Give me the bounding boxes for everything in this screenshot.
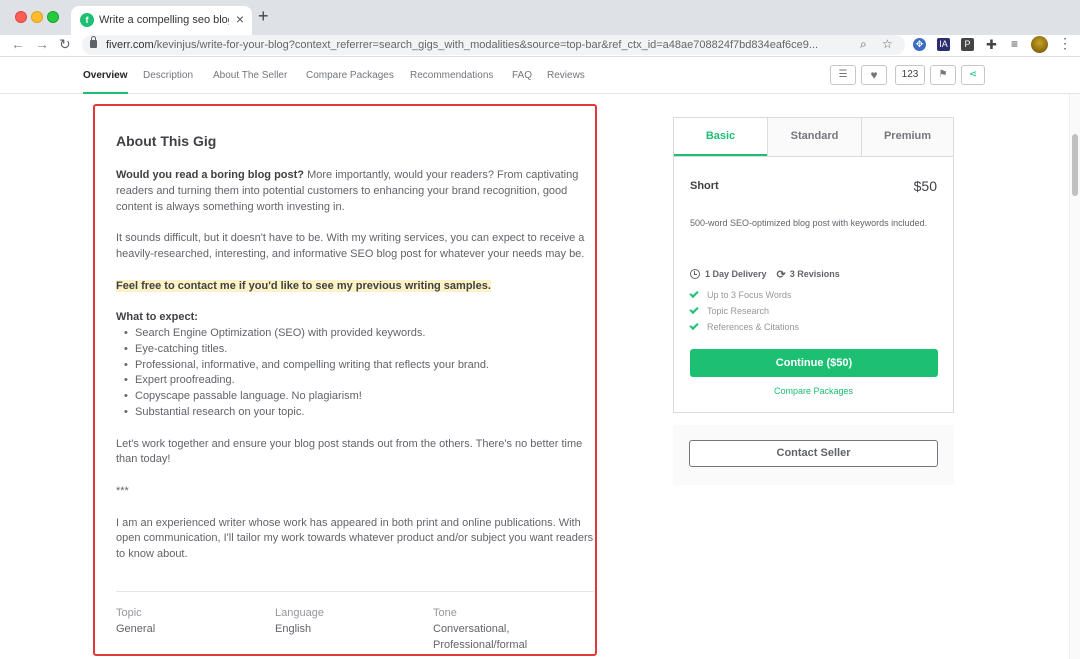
feature-item: References & Citations [689, 320, 799, 332]
extension-p-icon[interactable]: P [961, 38, 974, 51]
package-description: 500-word SEO-optimized blog post with ke… [690, 218, 928, 228]
tab-close-icon[interactable]: × [236, 11, 244, 27]
expect-list: Search Engine Optimization (SEO) with pr… [116, 326, 595, 421]
compare-packages-link[interactable]: Compare Packages [674, 386, 953, 396]
contact-seller-panel: Contact Seller [673, 425, 954, 485]
browser-tab[interactable]: f Write a compelling seo blog post × [71, 6, 252, 35]
zoom-search-icon[interactable]: ⌕ [860, 37, 867, 52]
extensions-puzzle-icon[interactable]: ✚ [985, 38, 998, 51]
package-tabs: Basic Standard Premium [674, 118, 953, 157]
reload-icon[interactable]: ↻ [59, 36, 71, 53]
check-icon [689, 304, 699, 315]
profile-avatar[interactable] [1031, 36, 1048, 53]
page-scrollbar[interactable] [1069, 94, 1080, 659]
tab-basic[interactable]: Basic [674, 118, 767, 156]
list-item: Expert proofreading. [124, 373, 595, 389]
revisions-count: 3 Revisions [789, 269, 840, 279]
tab-standard[interactable]: Standard [767, 118, 861, 156]
extension-globe-icon[interactable]: ✥ [913, 38, 926, 51]
bookmark-star-icon[interactable]: ☆ [882, 37, 893, 51]
maximize-window-button[interactable] [47, 11, 59, 23]
contact-seller-button[interactable]: Contact Seller [689, 440, 938, 467]
description-paragraph: I am an experienced writer whose work ha… [116, 516, 594, 561]
lock-icon [90, 36, 97, 48]
description-highlight: Feel free to contact me if you'd like to… [116, 279, 595, 295]
check-icon [689, 288, 699, 299]
check-icon [689, 320, 699, 331]
close-window-button[interactable] [15, 11, 27, 23]
tab-title: Write a compelling seo blog post [99, 14, 229, 26]
package-name: Short [690, 180, 719, 192]
list-item: Copyscape passable language. No plagiari… [124, 389, 595, 405]
nav-reviews[interactable]: Reviews [547, 70, 585, 81]
reading-list-icon[interactable]: ≡ [1008, 38, 1021, 51]
meta-language: Language English [275, 607, 324, 635]
back-arrow-icon[interactable]: ← [11, 36, 25, 52]
description-paragraph: It sounds difficult, but it doesn't have… [116, 232, 585, 260]
fiverr-favicon-icon: f [80, 13, 94, 27]
favorite-heart-button[interactable]: ♥ [861, 65, 887, 85]
meta-divider [116, 591, 594, 592]
share-button[interactable]: ⋖ [961, 65, 985, 85]
nav-compare-packages[interactable]: Compare Packages [306, 70, 394, 81]
list-item: Search Engine Optimization (SEO) with pr… [124, 326, 595, 342]
feature-item: Topic Research [689, 304, 769, 316]
scrollbar-thumb[interactable] [1072, 134, 1078, 196]
description-hook: Would you read a boring blog post? [116, 169, 305, 181]
list-item: Substantial research on your topic. [124, 405, 595, 421]
browser-toolbar: ← → ↻ fiverr.com/kevinjus/write-for-your… [0, 35, 1080, 57]
continue-button[interactable]: Continue ($50) [690, 349, 938, 377]
browser-menu-icon[interactable]: ⋮ [1058, 35, 1072, 52]
delivery-time: 1 Day Delivery [705, 269, 767, 279]
url-text: fiverr.com/kevinjus/write-for-your-blog?… [106, 39, 819, 51]
tab-premium[interactable]: Premium [861, 118, 953, 156]
description-separator: *** [116, 484, 129, 497]
collections-list-button[interactable]: ☰ [830, 65, 856, 85]
description-body: Would you read a boring blog post? More … [116, 168, 595, 579]
extension-ia-icon[interactable]: IA [937, 38, 950, 51]
list-item: Eye-catching titles. [124, 342, 595, 358]
nav-faq[interactable]: FAQ [512, 70, 532, 81]
feature-item: Up to 3 Focus Words [689, 288, 791, 300]
description-paragraph: Let's work together and ensure your blog… [116, 437, 583, 466]
package-price: $50 [913, 178, 937, 194]
nav-overview[interactable]: Overview [83, 70, 127, 81]
address-bar[interactable]: fiverr.com/kevinjus/write-for-your-blog?… [82, 35, 905, 55]
minimize-window-button[interactable] [31, 11, 43, 23]
nav-about-seller[interactable]: About The Seller [213, 70, 287, 81]
forward-arrow-icon[interactable]: → [35, 36, 49, 52]
gig-description-panel: About This Gig Would you read a boring b… [93, 104, 597, 656]
expect-heading: What to expect: [116, 311, 198, 324]
delivery-info: 1 Day Delivery ⟳ 3 Revisions [690, 268, 840, 281]
gig-section-nav: Overview Description About The Seller Co… [0, 57, 1080, 94]
meta-topic: Topic General [116, 607, 156, 635]
browser-titlebar: f Write a compelling seo blog post × + [0, 0, 1080, 35]
description-title: About This Gig [116, 133, 217, 149]
package-card: Basic Standard Premium Short $50 500-wor… [673, 117, 954, 413]
nav-description[interactable]: Description [143, 70, 193, 81]
clock-icon [690, 269, 700, 279]
meta-tone: Tone Conversational, Professional/formal [433, 607, 528, 651]
like-count: 123 [895, 65, 925, 85]
revisions-icon: ⟳ [776, 269, 786, 281]
description-paragraph: Would you read a boring blog post? More … [116, 168, 595, 215]
list-item: Professional, informative, and compellin… [124, 358, 595, 374]
active-tab-indicator [83, 92, 128, 94]
nav-recommendations[interactable]: Recommendations [410, 70, 493, 81]
report-flag-button[interactable]: ⚑ [930, 65, 956, 85]
new-tab-button[interactable]: + [258, 6, 269, 27]
highlighted-text: Feel free to contact me if you'd like to… [116, 279, 491, 292]
